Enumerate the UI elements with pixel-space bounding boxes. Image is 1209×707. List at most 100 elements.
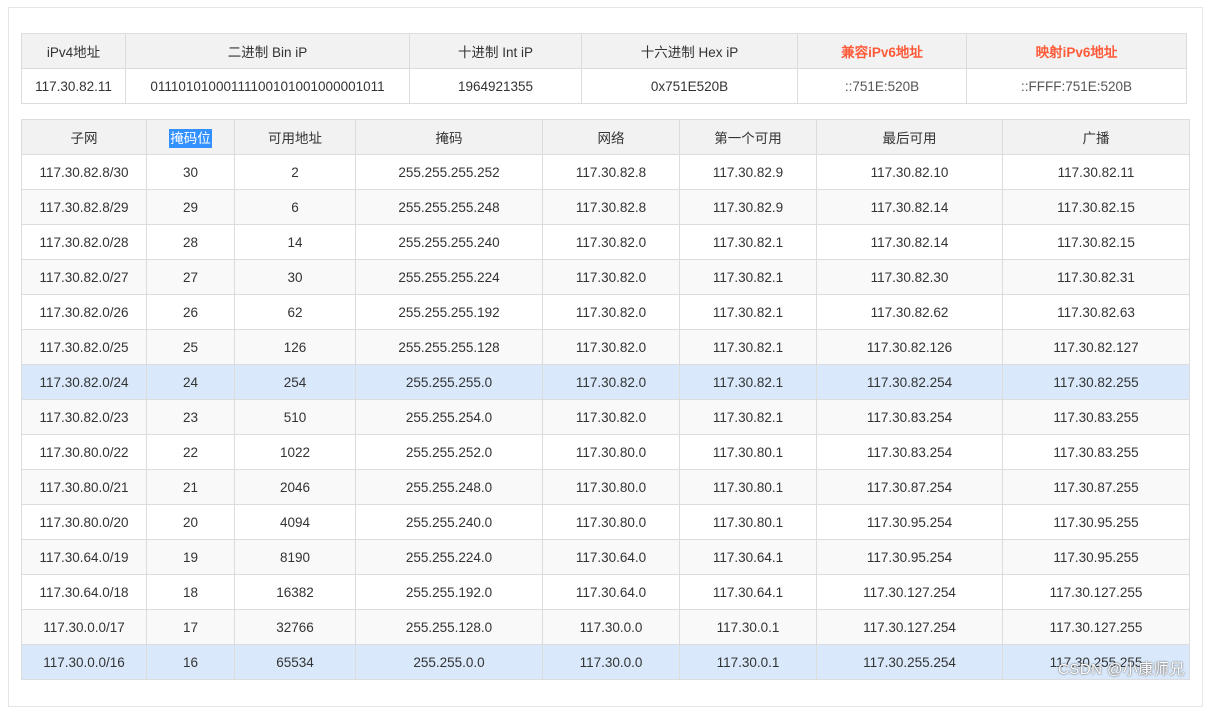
cell-network: 117.30.80.0 [542,504,680,540]
cell-netmask: 255.255.255.128 [355,329,543,365]
cell-netmask: 255.255.255.0 [355,364,543,400]
cell-subnet: 117.30.82.0/25 [21,329,147,365]
cell-subnet: 117.30.82.0/28 [21,224,147,260]
cell-broadcast: 117.30.87.255 [1002,469,1190,505]
cell-netmask: 255.255.255.252 [355,154,543,190]
header-last-usable: 最后可用 [816,119,1003,155]
cell-broadcast: 117.30.82.127 [1002,329,1190,365]
cell-last-usable: 117.30.87.254 [816,469,1003,505]
cell-network: 117.30.80.0 [542,469,680,505]
table-row: 117.30.80.0/20 20 4094 255.255.240.0 117.30.… [21,504,1190,540]
cell-first-usable: 117.30.82.9 [679,154,817,190]
cell-netmask: 255.255.0.0 [355,644,543,680]
cell-first-usable: 117.30.82.1 [679,224,817,260]
cell-first-usable: 117.30.80.1 [679,469,817,505]
subnet-table: 子网 掩码位 可用地址 掩码 网络 第一个可用 最后可用 广播 117.30.82.8/30 3… [21,119,1190,680]
cell-usable-count: 510 [234,399,356,435]
cell-network: 117.30.64.0 [542,539,680,575]
ip-info-header-row: iPv4地址 二进制 Bin iP 十进制 Int iP 十六进制 Hex iP… [21,33,1187,69]
header-compatible-ipv6: 兼容iPv6地址 [797,33,967,69]
cell-broadcast: 117.30.82.15 [1002,224,1190,260]
table-row: 117.30.82.0/23 23 510 255.255.254.0 117.30.8… [21,399,1190,435]
cell-subnet: 117.30.82.0/26 [21,294,147,330]
cell-mask-bits: 30 [146,154,235,190]
cell-last-usable: 117.30.83.254 [816,434,1003,470]
cell-usable-count: 254 [234,364,356,400]
cell-last-usable: 117.30.83.254 [816,399,1003,435]
cell-usable-count: 4094 [234,504,356,540]
cell-usable-count: 16382 [234,574,356,610]
cell-mask-bits: 27 [146,259,235,295]
table-row: 117.30.82.0/24 24 254 255.255.255.0 117.30.8… [21,364,1190,400]
cell-mask-bits: 23 [146,399,235,435]
header-network: 网络 [542,119,680,155]
cell-netmask: 255.255.254.0 [355,399,543,435]
cell-first-usable: 117.30.82.9 [679,189,817,225]
cell-network: 117.30.0.0 [542,609,680,645]
ip-info-table: iPv4地址 二进制 Bin iP 十进制 Int iP 十六进制 Hex iP… [21,33,1187,104]
cell-netmask: 255.255.248.0 [355,469,543,505]
cell-subnet: 117.30.82.0/24 [21,364,147,400]
cell-first-usable: 117.30.82.1 [679,364,817,400]
header-mask-bits: 掩码位 [146,119,235,155]
cell-mask-bits: 19 [146,539,235,575]
cell-broadcast: 117.30.127.255 [1002,574,1190,610]
cell-mask-bits: 22 [146,434,235,470]
cell-netmask: 255.255.224.0 [355,539,543,575]
cell-usable-count: 30 [234,259,356,295]
header-mapped-ipv6: 映射iPv6地址 [966,33,1187,69]
value-ipv4: 117.30.82.11 [21,68,126,104]
cell-first-usable: 117.30.82.1 [679,329,817,365]
cell-mask-bits: 29 [146,189,235,225]
cell-usable-count: 65534 [234,644,356,680]
cell-last-usable: 117.30.82.126 [816,329,1003,365]
cell-network: 117.30.82.0 [542,329,680,365]
value-compatible-ipv6: ::751E:520B [797,68,967,104]
header-binary-ip: 二进制 Bin iP [125,33,410,69]
cell-last-usable: 117.30.82.30 [816,259,1003,295]
table-row: 117.30.82.0/28 28 14 255.255.255.240 117.30.… [21,224,1190,260]
cell-subnet: 117.30.64.0/18 [21,574,147,610]
value-binary-ip: 01110101000111100101001000001011 [125,68,410,104]
cell-subnet: 117.30.82.0/23 [21,399,147,435]
cell-broadcast: 117.30.83.255 [1002,434,1190,470]
table-row: 117.30.0.0/16 16 65534 255.255.0.0 117.30.0.… [21,644,1190,680]
cell-broadcast: 117.30.82.63 [1002,294,1190,330]
header-label: 最后可用 [882,131,937,146]
cell-first-usable: 117.30.80.1 [679,504,817,540]
header-label: 掩码 [435,131,463,146]
cell-last-usable: 117.30.82.62 [816,294,1003,330]
cell-subnet: 117.30.80.0/20 [21,504,147,540]
table-row: 117.30.64.0/19 19 8190 255.255.224.0 117.30.… [21,539,1190,575]
cell-mask-bits: 26 [146,294,235,330]
cell-last-usable: 117.30.127.254 [816,574,1003,610]
table-row: 117.30.82.8/29 29 6 255.255.255.248 117.30.8… [21,189,1190,225]
cell-subnet: 117.30.82.8/29 [21,189,147,225]
cell-last-usable: 117.30.255.254 [816,644,1003,680]
header-label: 网络 [597,131,625,146]
cell-subnet: 117.30.82.0/27 [21,259,147,295]
cell-usable-count: 126 [234,329,356,365]
cell-usable-count: 62 [234,294,356,330]
cell-netmask: 255.255.255.240 [355,224,543,260]
cell-broadcast: 117.30.83.255 [1002,399,1190,435]
cell-usable-count: 1022 [234,434,356,470]
cell-last-usable: 117.30.82.10 [816,154,1003,190]
cell-usable-count: 8190 [234,539,356,575]
cell-last-usable: 117.30.127.254 [816,609,1003,645]
header-int-ip: 十进制 Int iP [409,33,582,69]
cell-usable-count: 2046 [234,469,356,505]
cell-network: 117.30.82.0 [542,399,680,435]
value-int-ip: 1964921355 [409,68,582,104]
table-row: 117.30.82.0/27 27 30 255.255.255.224 117.30.… [21,259,1190,295]
subnet-header-row: 子网 掩码位 可用地址 掩码 网络 第一个可用 最后可用 广播 [21,119,1190,155]
subnet-table-body: 117.30.82.8/30 30 2 255.255.255.252 117.30.8… [21,154,1190,680]
cell-first-usable: 117.30.82.1 [679,259,817,295]
cell-network: 117.30.82.0 [542,294,680,330]
cell-broadcast: 117.30.95.255 [1002,504,1190,540]
cell-last-usable: 117.30.82.14 [816,224,1003,260]
header-label: 广播 [1082,131,1110,146]
cell-first-usable: 117.30.80.1 [679,434,817,470]
header-ipv4: iPv4地址 [21,33,126,69]
cell-broadcast: 117.30.95.255 [1002,539,1190,575]
